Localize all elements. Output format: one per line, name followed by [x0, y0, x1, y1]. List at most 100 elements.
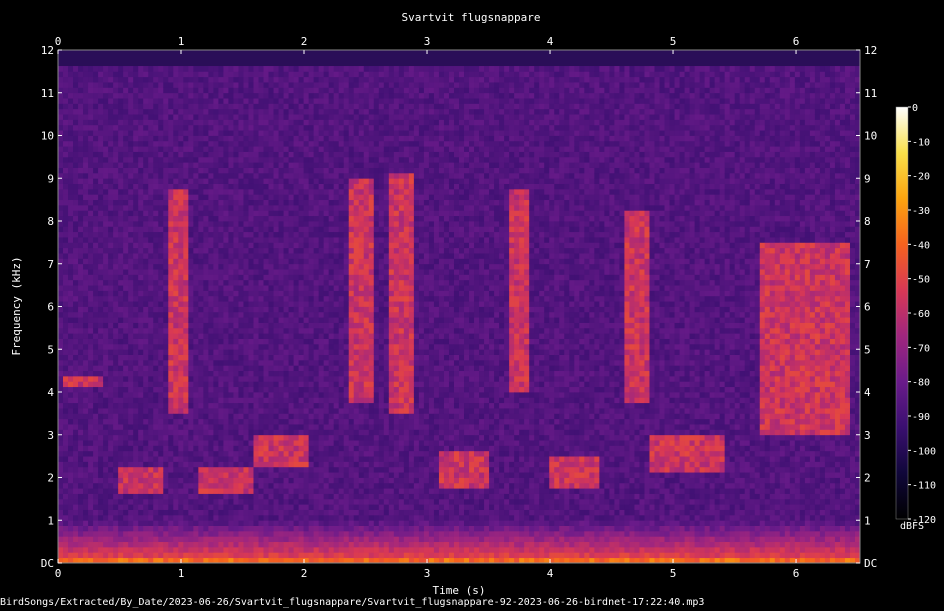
spectrogram-cell: [283, 204, 289, 211]
spectrogram-cell: [283, 290, 289, 297]
spectrogram-cell: [88, 424, 94, 430]
spectrogram-cell: [253, 504, 259, 510]
spectrogram-cell: [228, 450, 234, 457]
spectrogram-cell: [298, 258, 305, 265]
spectrogram-cell: [218, 375, 224, 382]
spectrogram-cell: [288, 274, 294, 281]
spectrogram-cell: [183, 279, 189, 286]
spectrogram-cell: [113, 66, 119, 72]
spectrogram-cell: [233, 301, 239, 307]
spectrogram-cell: [223, 66, 229, 72]
spectrogram-cell: [243, 172, 249, 179]
spectrogram-cell: [88, 151, 94, 158]
spectrogram-cell: [118, 488, 124, 494]
spectrogram-cell: [233, 204, 239, 211]
spectrogram-cell: [248, 114, 254, 120]
spectrogram-cell: [103, 392, 109, 398]
spectrogram-cell: [263, 520, 269, 526]
spectrogram-cell: [83, 183, 89, 190]
spectrogram-cell: [253, 488, 259, 494]
spectrogram-cell: [263, 306, 269, 313]
spectrogram-cell: [288, 461, 294, 468]
spectrogram-cell: [138, 541, 144, 548]
spectrogram-cell: [148, 498, 154, 505]
spectrogram-cell: [88, 397, 94, 404]
spectrogram-cell: [228, 434, 234, 441]
spectrogram-cell: [78, 258, 84, 265]
spectrogram-cell: [168, 525, 174, 532]
spectrogram-cell: [283, 504, 289, 510]
spectrogram-cell: [118, 178, 124, 184]
spectrogram-cell: [78, 488, 84, 494]
spectrogram-cell: [303, 258, 310, 265]
spectrogram-cell: [123, 124, 129, 131]
spectrogram-cell: [98, 295, 104, 302]
spectrogram-cell: [123, 311, 129, 318]
spectrogram-cell: [323, 237, 330, 243]
spectrogram-cell: [223, 221, 229, 227]
spectrogram-cell: [158, 237, 164, 243]
spectrogram-cell: [108, 472, 114, 478]
spectrogram-cell: [233, 541, 239, 548]
spectrogram-cell: [323, 408, 330, 414]
spectrogram-cell: [153, 237, 159, 243]
spectrogram-cell: [248, 130, 254, 136]
spectrogram-cell: [308, 167, 315, 174]
spectrogram-cell: [118, 124, 124, 131]
spectrogram-cell: [258, 520, 264, 526]
spectrogram-cell: [313, 338, 320, 345]
spectrogram-cell: [258, 135, 264, 142]
spectrogram-cell: [63, 253, 69, 259]
spectrogram-cell: [178, 253, 184, 259]
spectrogram-cell: [268, 226, 274, 233]
spectrogram-cell: [208, 124, 214, 131]
spectrogram-cell: [63, 456, 69, 462]
spectrogram-cell: [198, 477, 204, 484]
spectrogram-cell: [98, 242, 104, 249]
spectrogram-cell: [128, 124, 134, 131]
spectrogram-cell: [318, 215, 325, 222]
spectrogram-cell: [133, 263, 139, 270]
spectrogram-cell: [93, 178, 99, 184]
spectrogram-cell: [323, 290, 330, 297]
spectrogram-cell: [208, 424, 214, 430]
spectrogram-cell: [63, 482, 69, 489]
spectrogram-cell: [158, 333, 164, 339]
spectrogram-cell: [258, 87, 264, 94]
spectrogram-cell: [228, 424, 234, 430]
spectrogram-cell: [313, 493, 320, 500]
spectrogram-cell: [93, 140, 99, 147]
spectrogram-cell: [263, 66, 269, 72]
spectrogram-cell: [158, 306, 164, 313]
spectrogram-cell: [128, 237, 134, 243]
spectrogram-cell: [113, 354, 119, 361]
spectrogram-cell: [253, 509, 259, 516]
spectrogram-cell: [63, 194, 69, 201]
spectrogram-cell: [208, 183, 214, 190]
spectrogram-cell: [118, 204, 124, 211]
spectrogram-cell: [313, 525, 320, 532]
spectrogram-cell: [238, 498, 244, 505]
spectrogram-cell: [73, 119, 79, 126]
spectrogram-cell: [113, 242, 119, 249]
spectrogram-cell: [273, 103, 279, 110]
spectrogram-cell: [278, 135, 284, 142]
spectrogram-cell: [303, 333, 310, 339]
spectrogram-cell: [198, 172, 204, 179]
spectrogram-cell: [278, 525, 284, 532]
spectrogram-cell: [188, 504, 194, 510]
spectrogram-cell: [283, 375, 289, 382]
spectrogram-cell: [98, 156, 104, 163]
spectrogram-cell: [278, 140, 284, 147]
spectrogram-cell: [323, 546, 330, 553]
spectrogram-cell: [313, 237, 320, 243]
spectrogram-cell: [163, 498, 169, 505]
spectrogram-cell: [58, 237, 64, 243]
spectrogram-cell: [308, 424, 315, 430]
spectrogram-cell: [268, 397, 274, 404]
spectrogram-cell: [248, 472, 254, 478]
spectrogram-cell: [308, 215, 315, 222]
spectrogram-cell: [323, 536, 330, 543]
spectrogram-cell: [128, 536, 134, 543]
spectrogram-cell: [113, 156, 119, 163]
